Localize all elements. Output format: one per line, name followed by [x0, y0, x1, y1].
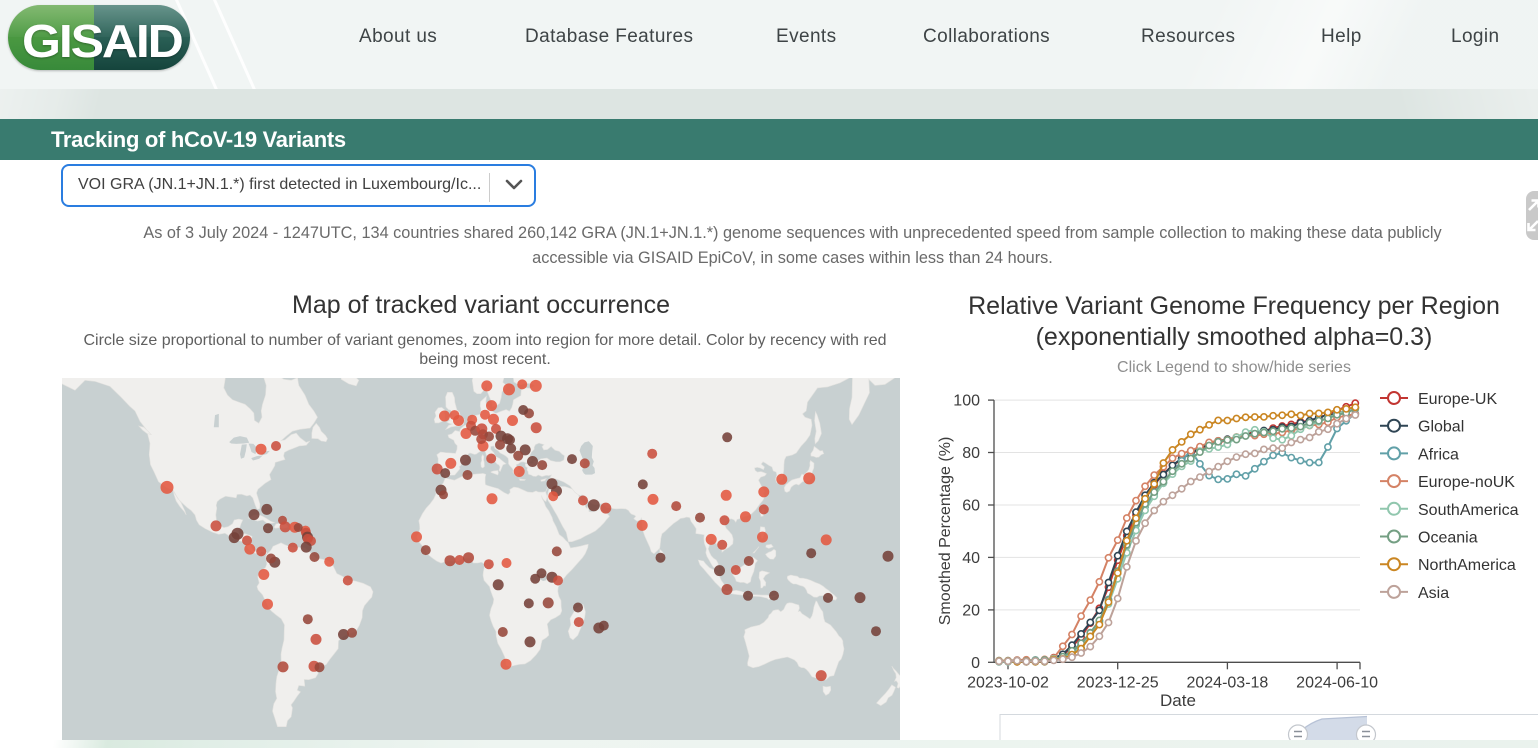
- svg-text:Date: Date: [1160, 691, 1196, 710]
- svg-text:60: 60: [962, 498, 980, 515]
- svg-text:2024-03-18: 2024-03-18: [1186, 674, 1268, 691]
- svg-text:0: 0: [971, 655, 980, 672]
- svg-text:100: 100: [953, 393, 980, 410]
- svg-text:2024-06-10: 2024-06-10: [1296, 674, 1378, 691]
- svg-text:NorthAmerica: NorthAmerica: [1418, 557, 1516, 574]
- svg-text:20: 20: [962, 602, 980, 619]
- svg-text:Europe-noUK: Europe-noUK: [1418, 474, 1515, 491]
- svg-text:Africa: Africa: [1418, 446, 1459, 463]
- svg-text:Oceania: Oceania: [1418, 530, 1478, 547]
- svg-text:80: 80: [962, 445, 980, 462]
- svg-text:2023-10-02: 2023-10-02: [967, 674, 1049, 691]
- svg-text:Global: Global: [1418, 419, 1464, 436]
- svg-text:2023-12-25: 2023-12-25: [1077, 674, 1159, 691]
- svg-text:SouthAmerica: SouthAmerica: [1418, 502, 1519, 519]
- svg-text:Europe-UK: Europe-UK: [1418, 391, 1497, 408]
- svg-text:40: 40: [962, 550, 980, 567]
- svg-text:Smoothed Percentage (%): Smoothed Percentage (%): [937, 437, 954, 626]
- svg-text:Asia: Asia: [1418, 585, 1449, 602]
